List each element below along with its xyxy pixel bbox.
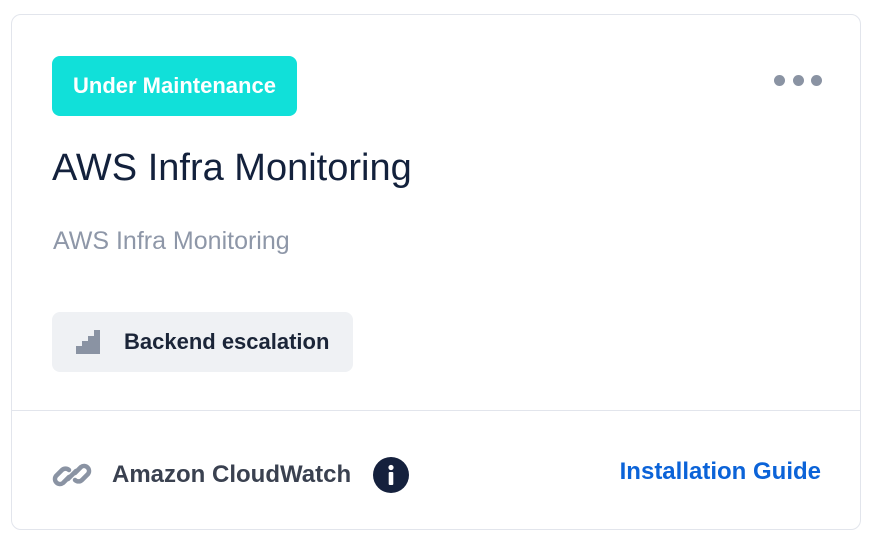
integration-name: Amazon CloudWatch	[112, 461, 352, 488]
escalation-policy-chip[interactable]: Backend escalation	[52, 312, 354, 372]
stairs-icon	[76, 329, 102, 355]
more-horizontal-icon-dot	[811, 74, 822, 86]
more-horizontal-icon	[774, 74, 785, 86]
more-horizontal-icon-dot	[792, 74, 804, 86]
installation-guide-link[interactable]: Installation Guide	[620, 458, 821, 486]
service-title: AWS Infra Monitoring	[52, 147, 412, 189]
more-options-button[interactable]	[774, 69, 822, 91]
link-icon	[52, 455, 92, 495]
service-description: AWS Infra Monitoring	[53, 227, 290, 255]
divider	[12, 410, 860, 411]
service-card: Under Maintenance AWS Infra Monitoring A…	[11, 14, 861, 530]
status-badge: Under Maintenance	[52, 56, 297, 116]
card-footer: Amazon CloudWatch Installation Guide	[52, 447, 821, 503]
info-icon[interactable]	[373, 457, 410, 493]
escalation-policy-label: Backend escalation	[124, 329, 330, 354]
